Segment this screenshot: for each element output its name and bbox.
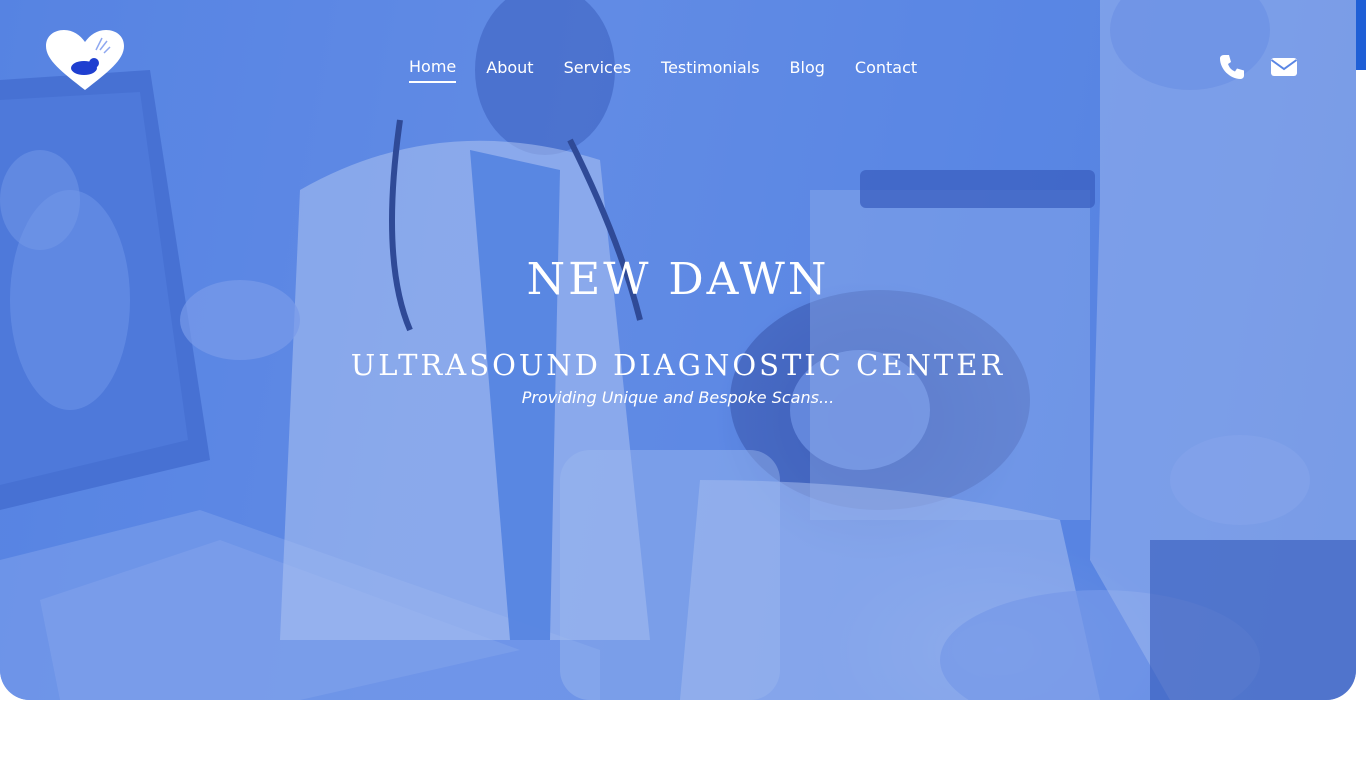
nav-item-home[interactable]: Home	[409, 57, 457, 83]
header-contact-icons	[1218, 53, 1298, 81]
nav-item-blog[interactable]: Blog	[790, 58, 825, 82]
hero-tagline: Providing Unique and Bespoke Scans...	[521, 388, 835, 407]
hero-section: Home About Services Testimonials Blog Co…	[0, 0, 1356, 700]
nav-item-services[interactable]: Services	[564, 58, 631, 82]
hero-subtitle: ULTRASOUND DIAGNOSTIC CENTER	[350, 348, 1006, 382]
main-nav: Home About Services Testimonials Blog Co…	[409, 57, 917, 83]
nav-item-testimonials[interactable]: Testimonials	[661, 58, 760, 82]
nav-item-about[interactable]: About	[486, 58, 533, 82]
hero-title: NEW DAWN	[526, 254, 830, 305]
logo-heart-icon[interactable]	[44, 30, 126, 92]
nav-item-contact[interactable]: Contact	[855, 58, 917, 82]
phone-icon[interactable]	[1218, 53, 1246, 81]
envelope-icon[interactable]	[1270, 53, 1298, 81]
scroll-indicator	[1356, 0, 1366, 70]
